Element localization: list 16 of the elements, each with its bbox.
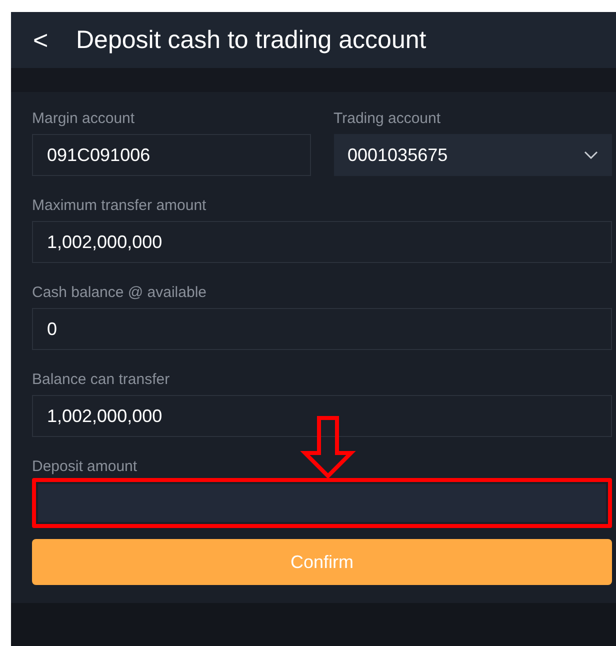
value-field: 1,002,000,000: [32, 221, 612, 263]
field-label: Deposit amount: [32, 458, 138, 476]
account-dropdown[interactable]: 0001035675: [334, 134, 612, 176]
chevron-down-icon: [584, 151, 598, 159]
value-field: 0: [32, 308, 612, 350]
down-arrow-icon: [300, 416, 356, 479]
field-label: Trading account: [334, 110, 441, 128]
field-label: Maximum transfer amount: [32, 197, 206, 215]
field-label: Margin account: [32, 110, 135, 128]
page-title: Deposit cash to trading account: [76, 26, 426, 54]
input-field[interactable]: [32, 478, 612, 528]
field-label: Cash balance @ available: [32, 284, 206, 302]
back-button[interactable]: <: [33, 25, 76, 55]
field-label: Balance can transfer: [32, 371, 170, 389]
value-field: 091C091006: [32, 134, 310, 176]
value-field: 1,002,000,000: [32, 395, 612, 437]
